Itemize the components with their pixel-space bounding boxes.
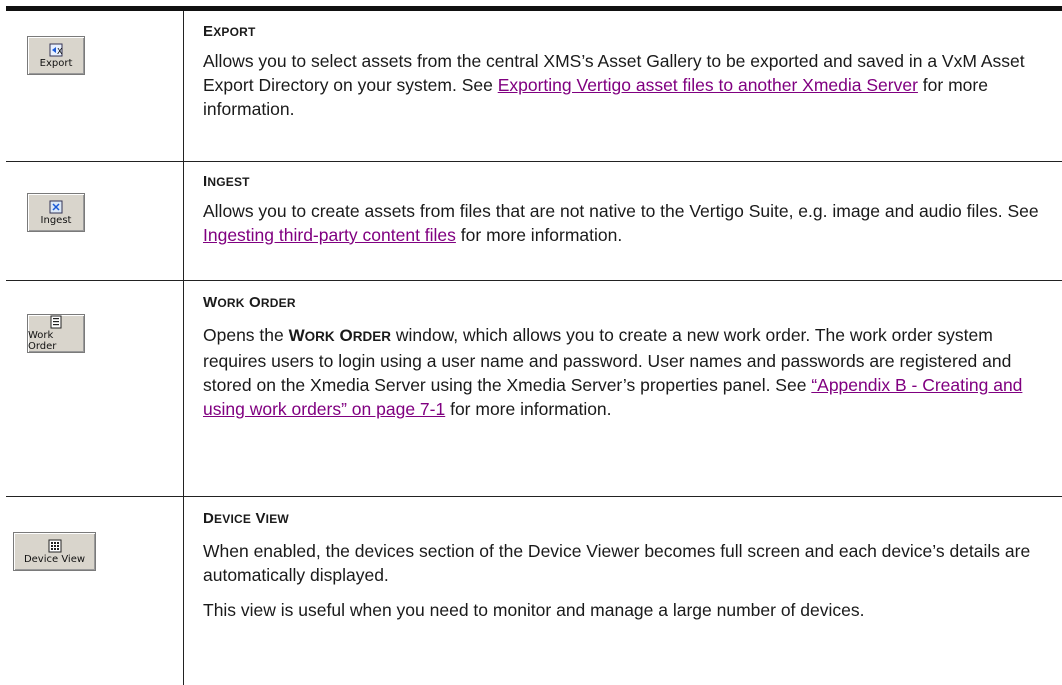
export-description: Allows you to select assets from the cen… (203, 51, 1025, 119)
row-ingest: Ingest INGEST Allows you to create asset… (6, 162, 1062, 281)
work-order-button-label: Work Order (28, 330, 57, 352)
work-order-description: Opens the WORK ORDER window, which allow… (203, 325, 1023, 419)
export-heading: EXPORT (203, 23, 256, 40)
ingest-content: INGEST Allows you to create assets from … (203, 173, 1054, 247)
device-view-note: This view is useful when you need to mon… (203, 600, 865, 620)
device-view-button[interactable]: Device View (13, 532, 96, 571)
ingest-button-label: Ingest (40, 214, 72, 226)
work-order-button[interactable]: Work Order (27, 314, 85, 353)
row-export: X Export EXPORT Allows you to select ass… (6, 11, 1062, 162)
device-view-heading: DEVICE VIEW (203, 510, 289, 527)
device-view-button-label: Device View (23, 553, 86, 565)
device-view-description: When enabled, the devices section of the… (203, 541, 1031, 585)
ingest-description: Allows you to create assets from files t… (203, 201, 1039, 245)
row-device-view: Device View DEVICE VIEW When enabled, th… (6, 497, 1062, 685)
device-view-content: DEVICE VIEW When enabled, the devices se… (203, 510, 1054, 622)
work-order-icon (50, 315, 62, 329)
export-link[interactable]: Exporting Vertigo asset files to another… (498, 75, 918, 95)
work-order-content: WORK ORDER Opens the WORK ORDER window, … (203, 294, 1054, 421)
export-icon: X (49, 43, 63, 56)
ingest-link[interactable]: Ingesting third-party content files (203, 225, 456, 245)
ingest-icon (49, 200, 63, 213)
export-button-label: Export (39, 57, 73, 69)
ingest-button[interactable]: Ingest (27, 193, 85, 232)
work-order-window-name: WORK ORDER (288, 326, 392, 345)
svg-text:X: X (57, 47, 63, 56)
device-view-icon (48, 539, 61, 552)
export-content: EXPORT Allows you to select assets from … (203, 23, 1054, 121)
ingest-heading: INGEST (203, 173, 250, 190)
row-work-order: Work Order WORK ORDER Opens the WORK ORD… (6, 281, 1062, 497)
export-button[interactable]: X Export (27, 36, 85, 75)
work-order-heading: WORK ORDER (203, 294, 296, 311)
